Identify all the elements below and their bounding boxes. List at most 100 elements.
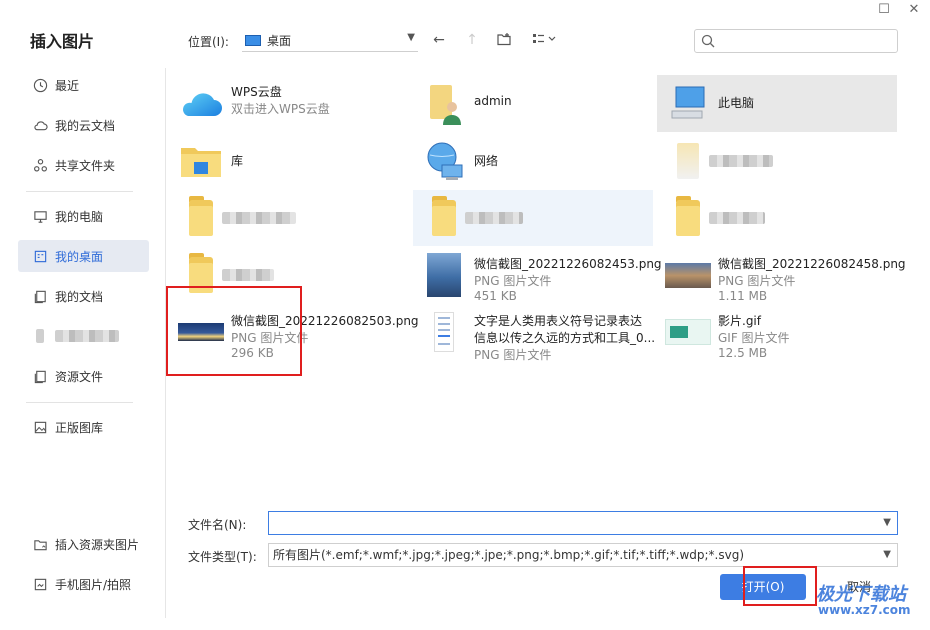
library-folder-icon [178, 139, 224, 183]
highlight-box-open-button [743, 566, 817, 606]
file-item-folder[interactable] [657, 190, 897, 246]
sidebar-item-label: 插入资源夹图片 [55, 537, 140, 552]
dialog-title: 插入图片 [30, 32, 95, 51]
blurred-name [222, 269, 274, 281]
blurred-name [465, 212, 523, 224]
filetype-label: 文件类型(T): [188, 550, 257, 564]
sidebar-insert-resource-image[interactable]: 插入资源夹图片 [18, 528, 149, 560]
sidebar-item-recent[interactable]: 最近 [18, 69, 149, 101]
folder-icon [421, 196, 467, 240]
folder-image-icon [32, 536, 48, 552]
up-arrow-icon[interactable]: ↑ [463, 31, 481, 49]
desktop-icon [32, 248, 48, 264]
sidebar-item-label: 我的桌面 [55, 249, 104, 264]
new-folder-icon[interactable] [495, 31, 513, 49]
computer-icon [665, 81, 711, 125]
file-type: PNG 图片文件 [718, 274, 796, 288]
share-icon [32, 157, 48, 173]
sidebar-item-label: 我的云文档 [55, 118, 116, 133]
resource-icon [32, 368, 48, 384]
file-item-wps-cloud[interactable]: WPS云盘 双击进入WPS云盘 [170, 75, 410, 131]
close-icon[interactable]: ✕ [906, 2, 922, 18]
sidebar-item-my-documents[interactable]: 我的文档 [18, 280, 149, 312]
blurred-label [55, 330, 119, 342]
sidebar-item-blurred[interactable] [18, 320, 149, 352]
sidebar-item-label: 最近 [55, 78, 80, 93]
network-globe-icon [421, 139, 467, 183]
file-item-image-082458[interactable]: 微信截图_20221226082458.png PNG 图片文件 1.11 MB [657, 247, 906, 303]
file-name-line2: 信息以传之久远的方式和工具_0... [474, 331, 656, 345]
chevron-down-icon[interactable]: ▼ [883, 512, 891, 534]
file-item-gif[interactable]: 影片.gif GIF 图片文件 12.5 MB [657, 304, 897, 360]
file-item-folder[interactable] [413, 190, 653, 246]
file-type: GIF 图片文件 [718, 331, 790, 345]
file-size: 12.5 MB [718, 346, 768, 360]
sidebar-item-label: 手机图片/拍照 [55, 577, 132, 592]
blurred-name [709, 212, 765, 224]
sidebar-item-resources[interactable]: 资源文件 [18, 360, 149, 392]
highlight-box-selected-file [166, 286, 302, 376]
user-folder-icon [421, 81, 467, 125]
cloud-icon [32, 117, 48, 133]
file-name: 文字是人类用表义符号记录表达 [474, 314, 643, 328]
sidebar-item-gallery[interactable]: 正版图库 [18, 411, 149, 443]
sidebar-item-label: 正版图库 [55, 420, 104, 435]
maximize-icon[interactable]: ☐ [876, 2, 892, 18]
sidebar-item-label: 我的电脑 [55, 209, 104, 224]
file-type: PNG 图片文件 [474, 348, 552, 362]
blurred-thumb [665, 139, 711, 183]
file-item-folder[interactable] [170, 190, 410, 246]
filetype-value: 所有图片(*.emf;*.wmf;*.jpg;*.jpeg;*.jpe;*.pn… [273, 548, 745, 562]
sidebar-item-label: 资源文件 [55, 369, 104, 384]
watermark-url: www.xz7.com [818, 603, 911, 617]
folder-icon [665, 196, 711, 240]
file-item-text-image[interactable]: 文字是人类用表义符号记录表达 信息以传之久远的方式和工具_0... PNG 图片… [413, 304, 656, 362]
sidebar-divider [26, 191, 133, 192]
file-desc: 双击进入WPS云盘 [231, 102, 330, 116]
phone-image-icon [32, 576, 48, 592]
file-name: admin [474, 94, 512, 108]
sidebar-item-shared[interactable]: 共享文件夹 [18, 149, 149, 181]
sidebar-phone-image[interactable]: 手机图片/拍照 [18, 568, 149, 600]
desktop-icon [245, 35, 261, 46]
file-item-library[interactable]: 库 [170, 133, 410, 189]
wps-cloud-icon [178, 81, 224, 125]
location-combobox[interactable]: 桌面 ▼ [242, 30, 418, 52]
chevron-down-icon: ▼ [883, 549, 891, 560]
document-thumbnail [421, 310, 467, 354]
sidebar-item-my-desktop[interactable]: 我的桌面 [18, 240, 149, 272]
file-item-network[interactable]: 网络 [413, 133, 653, 189]
file-name: 微信截图_20221226082453.png [474, 257, 662, 271]
sidebar-item-label: 我的文档 [55, 289, 104, 304]
location-value: 桌面 [267, 34, 292, 48]
file-item-blurred[interactable] [657, 133, 897, 189]
blurred-icon [32, 328, 48, 344]
search-input[interactable] [694, 29, 898, 53]
gif-thumbnail [665, 310, 711, 354]
filename-input[interactable]: ▼ [268, 511, 898, 535]
back-arrow-icon[interactable]: ← [430, 31, 448, 49]
file-size: 1.11 MB [718, 289, 768, 303]
filename-label: 文件名(N): [188, 518, 247, 532]
sidebar-item-cloud-docs[interactable]: 我的云文档 [18, 109, 149, 141]
file-item-admin[interactable]: admin [413, 75, 653, 131]
folder-icon [178, 196, 224, 240]
view-mode-icon[interactable] [530, 31, 560, 49]
file-item-this-pc[interactable]: 此电脑 [657, 75, 897, 132]
sidebar-item-my-computer[interactable]: 我的电脑 [18, 200, 149, 232]
chevron-down-icon: ▼ [407, 32, 415, 43]
blurred-name [709, 155, 773, 167]
search-icon [701, 34, 715, 48]
location-label: 位置(I): [188, 35, 229, 49]
file-name: 库 [231, 154, 244, 168]
gallery-icon [32, 419, 48, 435]
file-type: PNG 图片文件 [474, 274, 552, 288]
file-name: 影片.gif [718, 314, 761, 328]
monitor-icon [32, 208, 48, 224]
sidebar-item-label: 共享文件夹 [55, 158, 116, 173]
file-name: 此电脑 [718, 96, 755, 110]
filetype-select[interactable]: 所有图片(*.emf;*.wmf;*.jpg;*.jpeg;*.jpe;*.pn… [268, 543, 898, 567]
image-thumbnail [665, 253, 711, 297]
file-item-image-082453[interactable]: 微信截图_20221226082453.png PNG 图片文件 451 KB [413, 247, 662, 303]
blurred-name [222, 212, 296, 224]
